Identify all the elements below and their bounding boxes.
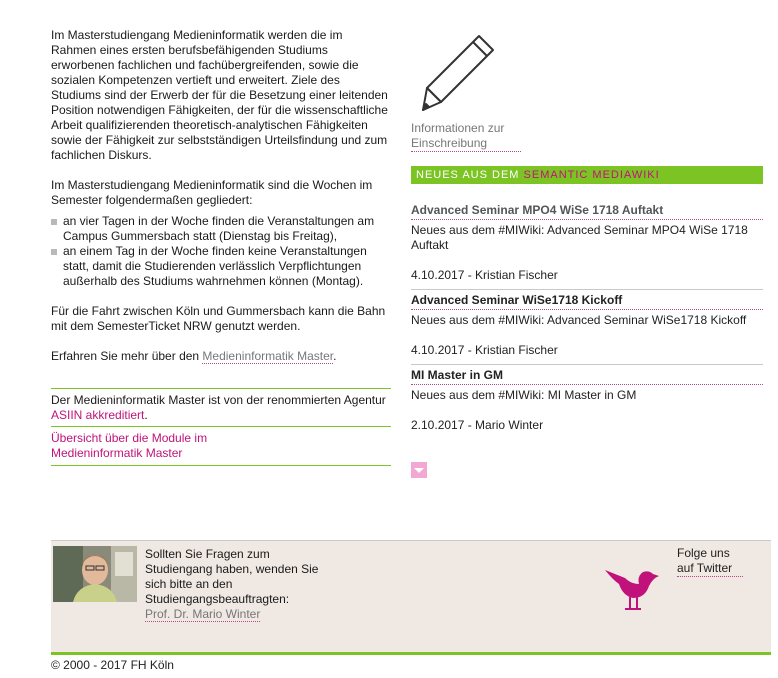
accreditation-text: Der Medieninformatik Master ist von der … <box>51 393 386 407</box>
weeks-list: an vier Tagen in der Woche finden die Ve… <box>51 214 391 289</box>
main-content: Im Masterstudiengang Medieninformatik we… <box>51 28 391 466</box>
news-title-link[interactable]: MI Master in GM <box>411 368 763 385</box>
news-title-link[interactable]: Advanced Seminar WiSe1718 Kickoff <box>411 293 763 310</box>
news-text: Neues aus dem #MIWiki: Advanced Seminar … <box>411 223 748 252</box>
news-meta: 4.10.2017 - Kristian Fischer <box>411 268 558 282</box>
contact-text: Sollten Sie Fragen zum Studiengang haben… <box>145 547 319 606</box>
news-text: Neues aus dem #MIWiki: MI Master in GM <box>411 388 637 402</box>
twitter-link[interactable]: Folge uns auf Twitter <box>677 546 743 577</box>
more-info-suffix: . <box>333 349 337 363</box>
copyright: © 2000 - 2017 FH Köln <box>51 658 174 672</box>
footer-divider <box>51 652 771 655</box>
more-info-text: Erfahren Sie mehr über den <box>51 349 203 363</box>
modules-link[interactable]: Übersicht über die Module im Medieninfor… <box>51 431 241 461</box>
news-header: NEUES AUS DEM SEMANTIC MEDIAWIKI <box>411 166 763 184</box>
list-item: an einem Tag in der Woche finden keine V… <box>51 244 391 289</box>
expand-more-icon[interactable] <box>411 462 427 478</box>
travel-paragraph: Für die Fahrt zwischen Köln und Gummersb… <box>51 304 386 333</box>
news-meta: 4.10.2017 - Kristian Fischer <box>411 343 558 357</box>
news-item: Advanced Seminar WiSe1718 Kickoff Neues … <box>411 293 763 365</box>
list-item: an vier Tagen in der Woche finden die Ve… <box>51 214 391 244</box>
news-item: MI Master in GM Neues aus dem #MIWiki: M… <box>411 368 763 436</box>
contact-person-link[interactable]: Prof. Dr. Mario Winter <box>145 607 261 622</box>
news-list: Advanced Seminar MPO4 WiSe 1718 Auftakt … <box>411 203 763 439</box>
modules-box: Übersicht über die Module im Medieninfor… <box>51 427 391 466</box>
pencil-icon <box>422 35 494 111</box>
accreditation-box: Der Medieninformatik Master ist von der … <box>51 388 391 427</box>
twitter-bird-icon[interactable] <box>603 566 661 614</box>
news-title-link[interactable]: Advanced Seminar MPO4 WiSe 1718 Auftakt <box>411 203 763 220</box>
intro-paragraph: Im Masterstudiengang Medieninformatik we… <box>51 28 388 162</box>
news-item: Advanced Seminar MPO4 WiSe 1718 Auftakt … <box>411 203 763 290</box>
contact-footer: Sollten Sie Fragen zum Studiengang haben… <box>51 540 771 653</box>
avatar <box>53 546 137 602</box>
news-header-label: NEUES AUS DEM <box>416 169 524 181</box>
weeks-paragraph: Im Masterstudiengang Medieninformatik si… <box>51 178 373 207</box>
enrollment-info-link[interactable]: Informationen zur Einschreibung <box>411 121 521 152</box>
asiin-link[interactable]: ASIIN akkreditiert <box>51 408 144 422</box>
accreditation-suffix: . <box>144 408 148 422</box>
master-link[interactable]: Medieninformatik Master <box>202 349 334 364</box>
semantic-mediawiki-link[interactable]: SEMANTIC MEDIAWIKI <box>524 169 660 181</box>
news-text: Neues aus dem #MIWiki: Advanced Seminar … <box>411 313 747 327</box>
contact-block: Sollten Sie Fragen zum Studiengang haben… <box>145 547 325 622</box>
more-info-paragraph: Erfahren Sie mehr über den Medieninforma… <box>51 349 391 364</box>
news-meta: 2.10.2017 - Mario Winter <box>411 418 544 432</box>
